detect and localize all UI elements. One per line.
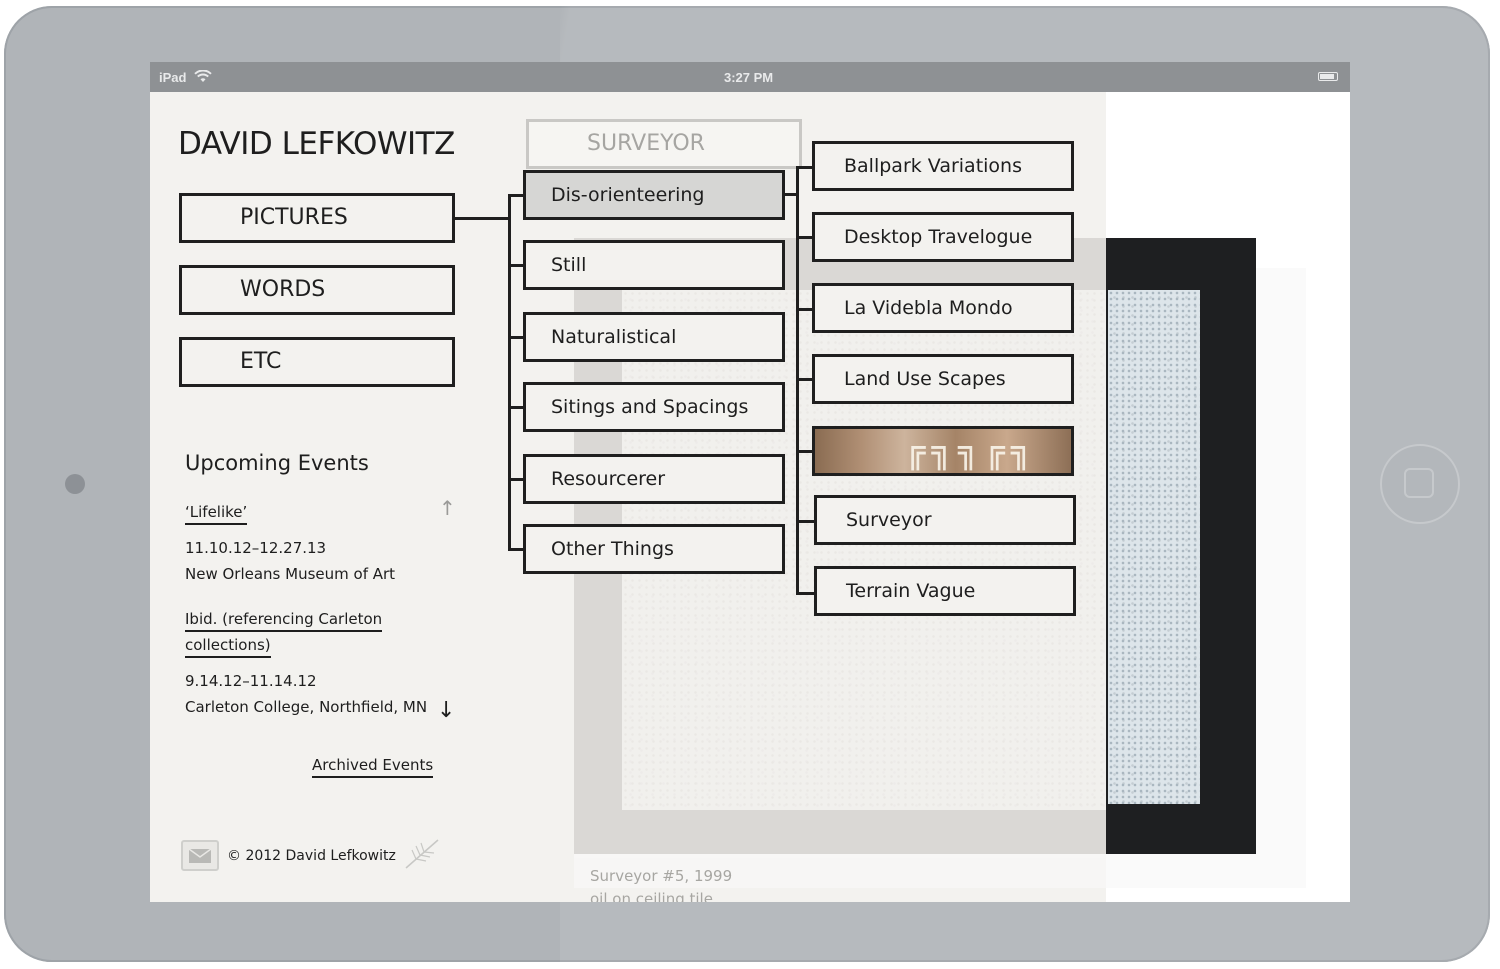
- tree-connector: [508, 478, 524, 481]
- upcoming-events-heading: Upcoming Events: [185, 451, 369, 475]
- nav-etc-button[interactable]: ETC: [179, 337, 455, 387]
- artwork-caption-title: Surveyor #5, 1999: [590, 867, 733, 885]
- archived-events-link[interactable]: Archived Events: [312, 756, 434, 778]
- scroll-up-arrow-icon[interactable]: ↑: [439, 496, 456, 520]
- battery-icon: [1318, 72, 1338, 81]
- tree-connector: [508, 406, 524, 409]
- nav-words-button[interactable]: WORDS: [179, 265, 455, 315]
- submenu-item-naturalistical[interactable]: Naturalistical: [523, 312, 785, 362]
- tree-connector: [508, 548, 524, 551]
- event-title-link-continued[interactable]: collections): [185, 636, 271, 658]
- artwork-frame-window: [1108, 290, 1200, 804]
- project-la-videbla-mondo[interactable]: La Videbla Mondo: [812, 283, 1074, 333]
- project-land-use-scapes[interactable]: Land Use Scapes: [812, 354, 1074, 404]
- tree-connector: [796, 378, 812, 381]
- submenu-item-still[interactable]: Still: [523, 240, 785, 290]
- event-dates: 11.10.12–12.27.13: [185, 539, 327, 557]
- nav-pictures-button[interactable]: PICTURES: [179, 193, 455, 243]
- event-title-link[interactable]: ‘Lifelike’: [185, 503, 248, 525]
- camera-icon: [65, 474, 85, 494]
- project-thumbnail-image[interactable]: ╔╗╗╔╗: [812, 426, 1074, 476]
- wifi-icon: [194, 69, 212, 86]
- project-surveyor[interactable]: Surveyor: [814, 495, 1076, 545]
- status-bar: iPad 3:27 PM: [150, 62, 1350, 92]
- tree-connector: [796, 450, 812, 453]
- scroll-down-arrow-icon[interactable]: ↓: [437, 698, 455, 723]
- project-terrain-vague[interactable]: Terrain Vague: [814, 566, 1076, 616]
- screen: Surveyor #5, 1999 oil on ceiling tile iP…: [150, 62, 1350, 902]
- submenu-item-other-things[interactable]: Other Things: [523, 524, 785, 574]
- tree-connector: [796, 308, 812, 311]
- artwork-caption-medium: oil on ceiling tile: [590, 890, 713, 902]
- tree-connector: [508, 264, 524, 267]
- event-dates: 9.14.12–11.14.12: [185, 672, 317, 690]
- submenu-item-dis-orienteering[interactable]: Dis-orienteering: [523, 170, 785, 220]
- tree-connector: [508, 194, 511, 549]
- thumbnail-pattern: ╔╗╗╔╗: [905, 431, 1038, 471]
- home-square-icon: [1404, 468, 1434, 498]
- status-device-label: iPad: [159, 70, 187, 85]
- tree-connector: [796, 592, 814, 595]
- tree-connector: [796, 166, 812, 169]
- mail-icon[interactable]: [181, 840, 219, 871]
- copyright-text: © 2012 David Lefkowitz: [227, 848, 396, 864]
- tree-connector: [796, 520, 814, 523]
- feather-icon: [402, 838, 442, 870]
- tree-connector: [508, 194, 524, 197]
- event-venue: Carleton College, Northfield, MN: [185, 698, 428, 716]
- submenu-item-resourcerer[interactable]: Resourcerer: [523, 454, 785, 504]
- project-ballpark-variations[interactable]: Ballpark Variations: [812, 141, 1074, 191]
- tree-connector: [455, 217, 509, 220]
- event-venue: New Orleans Museum of Art: [185, 565, 396, 583]
- site-title[interactable]: DAVID LEFKOWITZ: [178, 126, 455, 162]
- event-title-link[interactable]: Ibid. (referencing Carleton: [185, 610, 383, 632]
- project-desktop-travelogue[interactable]: Desktop Travelogue: [812, 212, 1074, 262]
- tree-connector: [508, 336, 524, 339]
- tree-connector: [796, 236, 812, 239]
- submenu-item-sitings-and-spacings[interactable]: Sitings and Spacings: [523, 382, 785, 432]
- status-time: 3:27 PM: [724, 70, 774, 85]
- project-header: SURVEYOR: [526, 119, 802, 169]
